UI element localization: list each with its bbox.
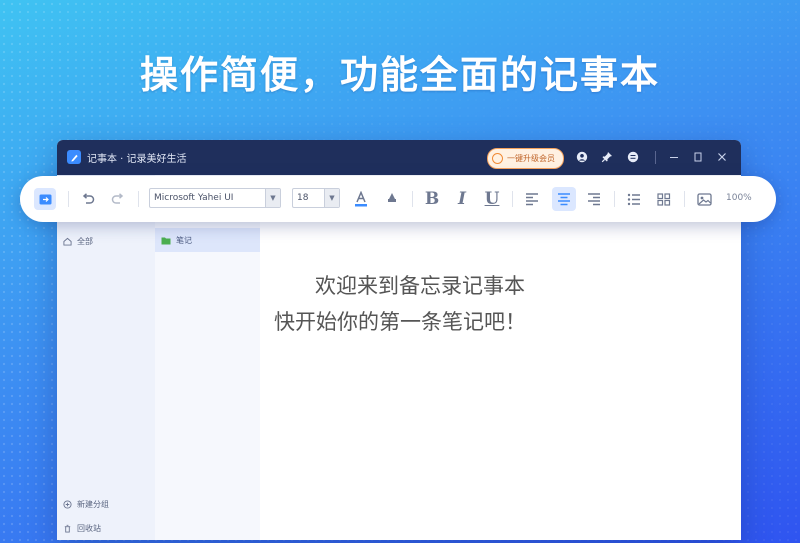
bulleted-list-button[interactable] bbox=[624, 189, 644, 209]
italic-label: I bbox=[458, 189, 466, 209]
toolbar-divider bbox=[68, 191, 69, 207]
sidebar-item-label: 回收站 bbox=[77, 523, 101, 533]
font-family-select[interactable]: Microsoft Yahei UI ▼ bbox=[149, 188, 281, 208]
bold-label: B bbox=[424, 189, 440, 209]
align-left-button[interactable] bbox=[522, 189, 542, 209]
user-icon[interactable] bbox=[575, 150, 589, 164]
bold-button[interactable]: B bbox=[422, 189, 442, 209]
align-right-button[interactable] bbox=[584, 189, 604, 209]
note-list-item-active[interactable]: 笔记 bbox=[155, 228, 260, 252]
font-family-value: Microsoft Yahei UI bbox=[154, 193, 234, 203]
pin-icon[interactable] bbox=[600, 150, 614, 164]
note-list: 笔记 bbox=[155, 175, 261, 540]
toolbar-divider bbox=[138, 191, 139, 207]
welcome-line-1: 欢迎来到备忘录记事本 bbox=[315, 274, 525, 298]
underline-button[interactable]: U bbox=[482, 189, 502, 209]
align-left-icon bbox=[526, 192, 538, 205]
align-center-button[interactable] bbox=[552, 187, 576, 211]
editor-area[interactable] bbox=[260, 175, 741, 540]
folder-icon bbox=[161, 237, 171, 244]
sidebar-item-trash[interactable]: 回收站 bbox=[57, 517, 155, 539]
align-right-icon bbox=[588, 192, 600, 205]
close-icon[interactable] bbox=[715, 150, 729, 164]
bulleted-list-icon bbox=[627, 193, 640, 205]
minimize-icon[interactable] bbox=[667, 150, 681, 164]
title-bar: 记事本 · 记录美好生活 一键升级会员 bbox=[57, 140, 741, 175]
toolbar-divider bbox=[512, 191, 513, 207]
zoom-level[interactable]: 100% bbox=[726, 193, 752, 203]
maximize-icon[interactable] bbox=[691, 150, 705, 164]
sidebar-toggle-icon bbox=[39, 194, 51, 204]
promo-headline: 操作简便，功能全面的记事本 bbox=[139, 53, 660, 97]
toggle-sidebar-button[interactable] bbox=[34, 188, 56, 210]
italic-button[interactable]: I bbox=[452, 189, 472, 209]
sidebar-item-all[interactable]: 全部 bbox=[57, 230, 155, 252]
category-sidebar: 全部 新建分组 回收站 bbox=[57, 175, 156, 540]
numbered-list-button[interactable] bbox=[654, 189, 674, 209]
vip-coin-icon bbox=[492, 153, 503, 164]
toolbar-divider bbox=[684, 191, 685, 207]
formatting-toolbar: Microsoft Yahei UI ▼ 18 ▼ B I U 100% bbox=[20, 176, 776, 222]
toolbar-divider bbox=[614, 191, 615, 207]
menu-icon[interactable] bbox=[626, 150, 640, 164]
undo-button[interactable] bbox=[78, 189, 98, 209]
welcome-message: 欢迎来到备忘录记事本 快开始你的第一条笔记吧！ bbox=[0, 268, 800, 340]
font-color-button[interactable] bbox=[351, 189, 371, 209]
note-list-item-label: 笔记 bbox=[176, 235, 192, 245]
font-color-icon bbox=[355, 191, 367, 207]
insert-image-button[interactable] bbox=[694, 189, 714, 209]
chevron-down-icon: ▼ bbox=[265, 189, 280, 207]
highlight-icon bbox=[388, 193, 396, 202]
font-size-value: 18 bbox=[297, 193, 309, 203]
redo-icon bbox=[111, 193, 124, 204]
font-size-select[interactable]: 18 ▼ bbox=[292, 188, 340, 208]
welcome-line-2: 快开始你的第一条笔记吧！ bbox=[274, 310, 526, 334]
chevron-down-icon: ▼ bbox=[324, 189, 339, 207]
app-logo-icon bbox=[67, 150, 81, 164]
underline-label: U bbox=[484, 189, 500, 209]
titlebar-divider bbox=[655, 151, 656, 164]
upgrade-vip-label: 一键升级会员 bbox=[507, 154, 555, 163]
add-folder-icon bbox=[63, 499, 72, 509]
align-center-icon bbox=[558, 192, 570, 205]
home-icon bbox=[63, 237, 72, 246]
sidebar-item-new-group[interactable]: 新建分组 bbox=[57, 493, 155, 515]
undo-icon bbox=[82, 193, 95, 204]
sidebar-item-label: 全部 bbox=[77, 236, 93, 246]
grid-list-icon bbox=[657, 192, 671, 206]
highlight-button[interactable] bbox=[382, 189, 402, 209]
toolbar-divider bbox=[412, 191, 413, 207]
trash-icon bbox=[64, 524, 71, 533]
sidebar-item-label: 新建分组 bbox=[77, 499, 109, 509]
redo-button[interactable] bbox=[108, 189, 128, 209]
upgrade-vip-button[interactable]: 一键升级会员 bbox=[487, 148, 564, 169]
image-icon bbox=[696, 192, 712, 206]
window-title: 记事本 · 记录美好生活 bbox=[87, 154, 187, 165]
